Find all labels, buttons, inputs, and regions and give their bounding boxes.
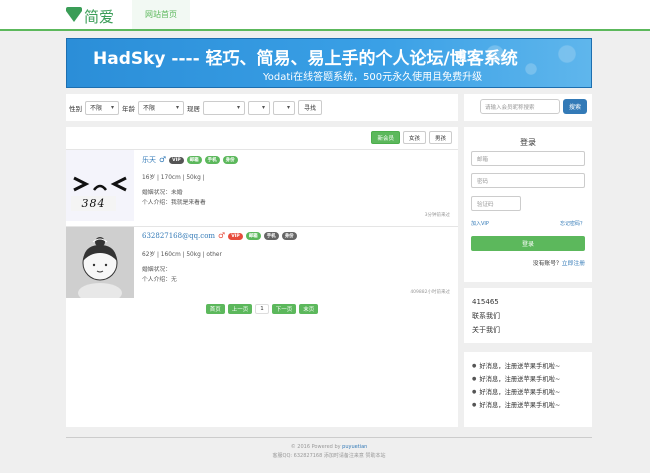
member-name[interactable]: 乐天 [142,155,156,165]
apple-icon: ● [472,389,477,395]
email-field[interactable]: 邮箱 [471,151,585,166]
filter-bar: 性别 不限 年龄 不限 现居 寻找 [66,94,458,121]
last-page-button[interactable]: 末页 [299,304,319,314]
about-link[interactable]: 关于我们 [472,323,584,337]
city-select[interactable] [248,100,270,115]
footer: © 2016 Powered by puyuetian 客服QQ: 632827… [66,437,592,461]
news-panel: ● 好消息，注册送苹果手机啦~ ● 好消息，注册送苹果手机啦~ ● 好消息，注册送苹果… [464,352,592,427]
contact-link[interactable]: 联系我们 [472,309,584,323]
vip-badge: VIP [169,156,184,164]
news-item[interactable]: ● 好消息，注册送苹果手机啦~ [472,399,584,412]
apple-icon: ● [472,376,477,382]
sort-bar: 新会员 女孩 男孩 [371,131,452,144]
age-select[interactable]: 不限 [138,100,184,115]
banner-subtitle: Yodati在线答题系统，500元永久使用且免费升级 [263,72,483,83]
first-page-button[interactable]: 首页 [205,304,225,314]
login-title: 登录 [520,138,536,147]
id-badge: 身份 [281,232,297,240]
logo[interactable]: 简爱 [66,6,114,27]
captcha-image[interactable]: 384 [71,196,116,211]
member-search: 请输入会员昵称搜索 搜索 [464,94,592,121]
footer-contact: 客服QQ: 632827168 添加时请备注来意 赞助本站 [272,453,386,459]
location-label: 现居 [187,104,200,113]
gender-label: 性别 [69,104,82,113]
login-panel: 登录 邮箱 密码 验证码 加入VIP 忘记密码？ 登录 没有账号？立即注册 [464,127,592,282]
member-name-row: 632827168@qq.com ♂ VIP 邮箱 手机 身份 [142,232,297,240]
member-list: 新会员 女孩 男孩 乐天 ♂ VIP 邮箱 手机 身份 16岁 | 170cm … [66,127,458,427]
login-button[interactable]: 登录 [471,236,585,251]
member-search-input[interactable]: 请输入会员昵称搜索 [480,99,560,114]
member-name-row: 乐天 ♂ VIP 邮箱 手机 身份 [142,155,238,165]
member-intro: 个人介绍：无 [142,277,177,283]
captcha-field[interactable]: 验证码 [471,196,521,211]
register-prompt: 没有账号？立即注册 [532,261,585,267]
banner-title: HadSky ---- 轻巧、简易、易上手的个人论坛/博客系统 [93,49,518,69]
member-detail: 16岁 | 170cm | 50kg | [142,175,205,181]
sort-male-button[interactable]: 男孩 [428,131,452,144]
vip-badge: VIP [228,232,243,240]
apple-icon: ● [472,402,477,408]
copyright: © 2016 Powered by puyuetian [290,444,368,450]
email-badge: 邮箱 [245,232,261,240]
apple-icon: ● [472,363,477,369]
ad-banner[interactable]: HadSky ---- 轻巧、简易、易上手的个人论坛/博客系统 Yodati在线… [66,38,592,88]
member-card[interactable]: 632827168@qq.com ♂ VIP 邮箱 手机 身份 62岁 | 16… [66,226,458,303]
province-select[interactable] [203,100,245,115]
visit-count: 415465 [472,298,499,306]
member-card[interactable]: 乐天 ♂ VIP 邮箱 手机 身份 16岁 | 170cm | 50kg | 婚… [66,149,458,221]
avatar[interactable] [66,227,134,303]
register-link[interactable]: 立即注册 [562,261,585,267]
member-name[interactable]: 632827168@qq.com [142,232,215,240]
member-search-button[interactable]: 搜索 [563,99,587,114]
member-intro: 个人介绍：我就是来看看 [142,200,206,206]
news-item[interactable]: ● 好消息，注册送苹果手机啦~ [472,386,584,399]
news-item[interactable]: ● 好消息，注册送苹果手机啦~ [472,373,584,386]
current-page: 1 [255,304,269,314]
sort-new-button[interactable]: 新会员 [371,131,400,144]
info-panel: 415465 联系我们 关于我们 [464,288,592,343]
forgot-password-link[interactable]: 忘记密码？ [560,220,585,227]
member-marital: 婚姻状况：未婚 [142,190,183,196]
email-badge: 邮箱 [186,156,202,164]
phone-badge: 手机 [263,232,279,240]
sort-female-button[interactable]: 女孩 [402,131,426,144]
member-last-seen: 3分钟前来过 [424,213,450,218]
diamond-logo-icon [66,7,82,22]
member-marital: 婚姻状况： [142,267,171,273]
news-item[interactable]: ● 好消息，注册送苹果手机啦~ [472,360,584,373]
male-icon: ♂ [159,155,167,164]
password-field[interactable]: 密码 [471,173,585,188]
district-select[interactable] [273,100,295,115]
member-last-seen: 409882小时前来过 [410,290,450,295]
phone-badge: 手机 [204,156,220,164]
male-icon: ♂ [218,231,226,240]
powered-by-link[interactable]: puyuetian [342,444,367,450]
nav-home-tab[interactable]: 网站首页 [132,0,190,31]
join-vip-link[interactable]: 加入VIP [471,220,489,227]
next-page-button[interactable]: 下一页 [271,304,297,314]
logo-text: 简爱 [84,8,115,26]
gender-select[interactable]: 不限 [85,100,119,115]
member-detail: 62岁 | 160cm | 50kg | other [142,252,222,258]
top-nav-bar: 简爱 网站首页 [0,0,650,31]
id-badge: 身份 [222,156,238,164]
find-button[interactable]: 寻找 [298,100,323,115]
prev-page-button[interactable]: 上一页 [227,304,253,314]
pagination: 首页 上一页 1 下一页 末页 [66,304,458,314]
age-label: 年龄 [122,104,135,113]
